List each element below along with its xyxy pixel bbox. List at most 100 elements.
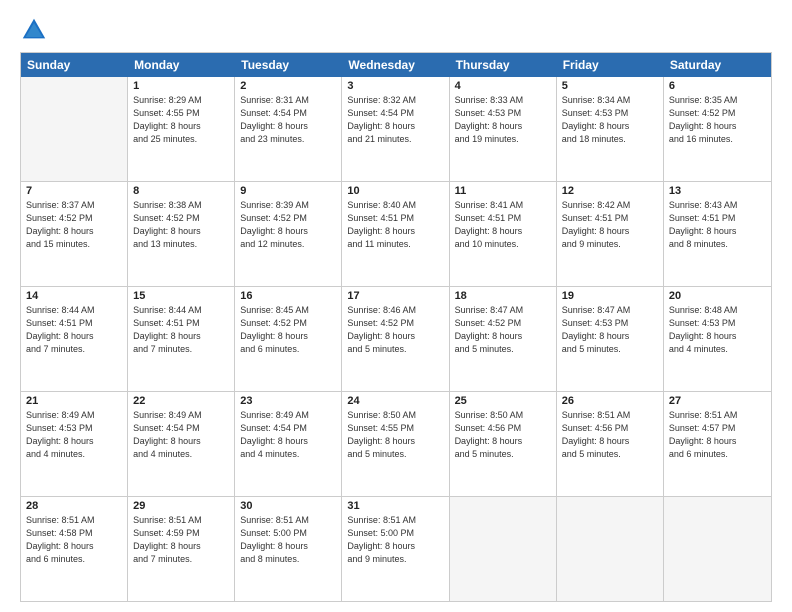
day-number: 28 [26, 500, 122, 512]
weekday-header: Thursday [450, 53, 557, 77]
day-number: 5 [562, 80, 658, 92]
calendar-cell: 2 Sunrise: 8:31 AM Sunset: 4:54 PM Daylig… [235, 77, 342, 181]
calendar-cell: 28 Sunrise: 8:51 AM Sunset: 4:58 PM Dayli… [21, 497, 128, 601]
calendar-cell: 6 Sunrise: 8:35 AM Sunset: 4:52 PM Daylig… [664, 77, 771, 181]
weekday-header: Saturday [664, 53, 771, 77]
day-number: 9 [240, 185, 336, 197]
calendar-cell [21, 77, 128, 181]
calendar-cell: 31 Sunrise: 8:51 AM Sunset: 5:00 PM Dayli… [342, 497, 449, 601]
calendar-cell: 14 Sunrise: 8:44 AM Sunset: 4:51 PM Dayli… [21, 287, 128, 391]
calendar-cell: 21 Sunrise: 8:49 AM Sunset: 4:53 PM Dayli… [21, 392, 128, 496]
calendar-row: 1 Sunrise: 8:29 AM Sunset: 4:55 PM Daylig… [21, 77, 771, 182]
calendar-body: 1 Sunrise: 8:29 AM Sunset: 4:55 PM Daylig… [21, 77, 771, 601]
day-number: 8 [133, 185, 229, 197]
day-info: Sunrise: 8:51 AM Sunset: 4:58 PM Dayligh… [26, 514, 122, 566]
calendar-cell [450, 497, 557, 601]
day-info: Sunrise: 8:51 AM Sunset: 5:00 PM Dayligh… [347, 514, 443, 566]
day-number: 25 [455, 395, 551, 407]
day-number: 29 [133, 500, 229, 512]
calendar-cell: 15 Sunrise: 8:44 AM Sunset: 4:51 PM Dayli… [128, 287, 235, 391]
day-number: 6 [669, 80, 766, 92]
calendar-cell: 8 Sunrise: 8:38 AM Sunset: 4:52 PM Daylig… [128, 182, 235, 286]
day-info: Sunrise: 8:38 AM Sunset: 4:52 PM Dayligh… [133, 199, 229, 251]
day-info: Sunrise: 8:33 AM Sunset: 4:53 PM Dayligh… [455, 94, 551, 146]
day-info: Sunrise: 8:44 AM Sunset: 4:51 PM Dayligh… [26, 304, 122, 356]
day-number: 26 [562, 395, 658, 407]
day-info: Sunrise: 8:49 AM Sunset: 4:54 PM Dayligh… [133, 409, 229, 461]
day-info: Sunrise: 8:46 AM Sunset: 4:52 PM Dayligh… [347, 304, 443, 356]
calendar-cell: 25Sunrise: 8:50 AM Sunset: 4:56 PM Dayli… [450, 392, 557, 496]
calendar-row: 14 Sunrise: 8:44 AM Sunset: 4:51 PM Dayli… [21, 287, 771, 392]
calendar-cell: 19 Sunrise: 8:47 AM Sunset: 4:53 PM Dayli… [557, 287, 664, 391]
day-number: 1 [133, 80, 229, 92]
day-info: Sunrise: 8:47 AM Sunset: 4:52 PM Dayligh… [455, 304, 551, 356]
day-info: Sunrise: 8:50 AM Sunset: 4:55 PM Dayligh… [347, 409, 443, 461]
day-number: 10 [347, 185, 443, 197]
day-number: 23 [240, 395, 336, 407]
day-info: Sunrise: 8:44 AM Sunset: 4:51 PM Dayligh… [133, 304, 229, 356]
day-info: Sunrise: 8:51 AM Sunset: 5:00 PM Dayligh… [240, 514, 336, 566]
weekday-header: Wednesday [342, 53, 449, 77]
day-info: Sunrise: 8:49 AM Sunset: 4:54 PM Dayligh… [240, 409, 336, 461]
day-info: Sunrise: 8:42 AM Sunset: 4:51 PM Dayligh… [562, 199, 658, 251]
calendar-cell: 16 Sunrise: 8:45 AM Sunset: 4:52 PM Dayli… [235, 287, 342, 391]
day-number: 20 [669, 290, 766, 302]
day-number: 30 [240, 500, 336, 512]
weekday-header: Sunday [21, 53, 128, 77]
day-number: 3 [347, 80, 443, 92]
day-info: Sunrise: 8:51 AM Sunset: 4:59 PM Dayligh… [133, 514, 229, 566]
day-number: 13 [669, 185, 766, 197]
calendar-cell: 17Sunrise: 8:46 AM Sunset: 4:52 PM Dayli… [342, 287, 449, 391]
calendar-cell: 18Sunrise: 8:47 AM Sunset: 4:52 PM Dayli… [450, 287, 557, 391]
day-info: Sunrise: 8:35 AM Sunset: 4:52 PM Dayligh… [669, 94, 766, 146]
day-number: 31 [347, 500, 443, 512]
calendar-cell: 30 Sunrise: 8:51 AM Sunset: 5:00 PM Dayli… [235, 497, 342, 601]
day-number: 22 [133, 395, 229, 407]
page: SundayMondayTuesdayWednesdayThursdayFrid… [0, 0, 792, 612]
day-info: Sunrise: 8:51 AM Sunset: 4:56 PM Dayligh… [562, 409, 658, 461]
calendar-cell: 26 Sunrise: 8:51 AM Sunset: 4:56 PM Dayli… [557, 392, 664, 496]
day-number: 24 [347, 395, 443, 407]
calendar: SundayMondayTuesdayWednesdayThursdayFrid… [20, 52, 772, 602]
calendar-cell: 22 Sunrise: 8:49 AM Sunset: 4:54 PM Dayli… [128, 392, 235, 496]
weekday-header: Tuesday [235, 53, 342, 77]
day-info: Sunrise: 8:41 AM Sunset: 4:51 PM Dayligh… [455, 199, 551, 251]
day-info: Sunrise: 8:49 AM Sunset: 4:53 PM Dayligh… [26, 409, 122, 461]
day-number: 2 [240, 80, 336, 92]
day-info: Sunrise: 8:47 AM Sunset: 4:53 PM Dayligh… [562, 304, 658, 356]
day-info: Sunrise: 8:31 AM Sunset: 4:54 PM Dayligh… [240, 94, 336, 146]
day-number: 16 [240, 290, 336, 302]
logo-icon [20, 16, 48, 44]
day-number: 14 [26, 290, 122, 302]
day-info: Sunrise: 8:29 AM Sunset: 4:55 PM Dayligh… [133, 94, 229, 146]
calendar-cell: 1 Sunrise: 8:29 AM Sunset: 4:55 PM Daylig… [128, 77, 235, 181]
calendar-cell: 9 Sunrise: 8:39 AM Sunset: 4:52 PM Daylig… [235, 182, 342, 286]
calendar-row: 7Sunrise: 8:37 AM Sunset: 4:52 PM Daylig… [21, 182, 771, 287]
weekday-header: Monday [128, 53, 235, 77]
calendar-cell [557, 497, 664, 601]
calendar-cell: 23 Sunrise: 8:49 AM Sunset: 4:54 PM Dayli… [235, 392, 342, 496]
calendar-cell: 24 Sunrise: 8:50 AM Sunset: 4:55 PM Dayli… [342, 392, 449, 496]
day-number: 19 [562, 290, 658, 302]
calendar-cell: 5 Sunrise: 8:34 AM Sunset: 4:53 PM Daylig… [557, 77, 664, 181]
day-number: 15 [133, 290, 229, 302]
day-info: Sunrise: 8:37 AM Sunset: 4:52 PM Dayligh… [26, 199, 122, 251]
calendar-cell: 20Sunrise: 8:48 AM Sunset: 4:53 PM Dayli… [664, 287, 771, 391]
calendar-cell: 12Sunrise: 8:42 AM Sunset: 4:51 PM Dayli… [557, 182, 664, 286]
weekday-header: Friday [557, 53, 664, 77]
logo [20, 16, 50, 44]
day-number: 11 [455, 185, 551, 197]
calendar-header: SundayMondayTuesdayWednesdayThursdayFrid… [21, 53, 771, 77]
calendar-cell: 3 Sunrise: 8:32 AM Sunset: 4:54 PM Daylig… [342, 77, 449, 181]
day-info: Sunrise: 8:34 AM Sunset: 4:53 PM Dayligh… [562, 94, 658, 146]
day-number: 21 [26, 395, 122, 407]
calendar-cell: 7Sunrise: 8:37 AM Sunset: 4:52 PM Daylig… [21, 182, 128, 286]
day-info: Sunrise: 8:39 AM Sunset: 4:52 PM Dayligh… [240, 199, 336, 251]
calendar-cell: 13 Sunrise: 8:43 AM Sunset: 4:51 PM Dayli… [664, 182, 771, 286]
day-info: Sunrise: 8:32 AM Sunset: 4:54 PM Dayligh… [347, 94, 443, 146]
day-info: Sunrise: 8:45 AM Sunset: 4:52 PM Dayligh… [240, 304, 336, 356]
day-info: Sunrise: 8:51 AM Sunset: 4:57 PM Dayligh… [669, 409, 766, 461]
day-info: Sunrise: 8:43 AM Sunset: 4:51 PM Dayligh… [669, 199, 766, 251]
calendar-row: 21 Sunrise: 8:49 AM Sunset: 4:53 PM Dayli… [21, 392, 771, 497]
calendar-cell: 11 Sunrise: 8:41 AM Sunset: 4:51 PM Dayli… [450, 182, 557, 286]
